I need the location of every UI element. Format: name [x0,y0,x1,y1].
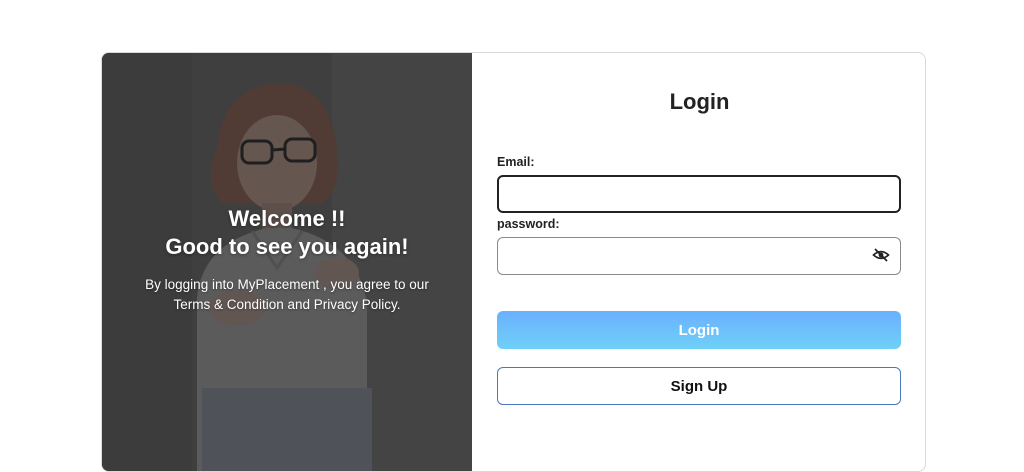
email-input[interactable] [497,175,901,213]
login-form: Login Email: password: Login Sign Up [472,53,925,471]
welcome-heading-line1: Welcome !! [228,206,346,231]
terms-notice-line2: Terms & Condition and Privacy Policy. [173,297,401,312]
login-card: Welcome !! Good to see you again! By log… [101,52,926,472]
welcome-heading-line2: Good to see you again! [165,234,409,259]
terms-notice: By logging into MyPlacement , you agree … [102,275,472,315]
terms-notice-line1: By logging into MyPlacement , you agree … [145,277,429,292]
login-button[interactable]: Login [497,311,901,349]
form-title: Login [669,89,730,114]
password-label: password: [497,217,560,231]
welcome-heading: Welcome !! Good to see you again! [102,205,472,261]
email-label: Email: [497,155,535,169]
welcome-panel: Welcome !! Good to see you again! By log… [102,53,472,471]
signup-button[interactable]: Sign Up [497,367,901,405]
password-input[interactable] [497,237,901,275]
welcome-text-block: Welcome !! Good to see you again! By log… [102,205,472,315]
eye-slash-icon[interactable] [872,246,890,264]
